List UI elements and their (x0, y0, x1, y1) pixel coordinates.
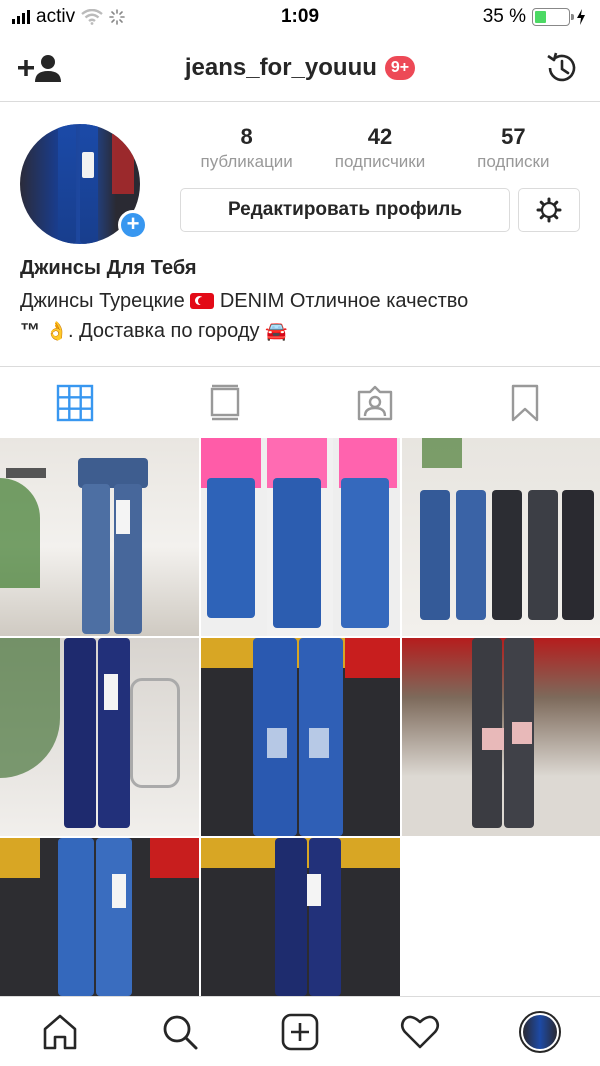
stat-value: 42 (367, 124, 393, 149)
profile-display-name: Джинсы Для Тебя (20, 257, 197, 279)
empty-grid-slot (402, 838, 600, 996)
stat-following[interactable]: 57 подписки (447, 124, 580, 172)
profile-stats: 8 публикации 42 подписчики 57 подписки (180, 124, 580, 172)
tagged-person-icon (357, 385, 393, 420)
add-story-button[interactable]: + (118, 210, 148, 240)
posts-grid (0, 438, 600, 996)
post-thumbnail[interactable] (201, 638, 400, 836)
battery-percent: 35 % (482, 6, 526, 27)
bottom-navigation (0, 996, 600, 1066)
post-thumbnail[interactable] (0, 438, 199, 636)
stat-value: 8 (240, 124, 253, 149)
history-icon[interactable] (544, 50, 580, 86)
search-icon (163, 1015, 198, 1049)
post-thumbnail[interactable] (0, 838, 199, 996)
bio-text: Джинсы Турецкие (20, 290, 185, 312)
username: jeans_for_youuu (184, 54, 377, 81)
post-thumbnail[interactable] (201, 838, 400, 996)
profile-avatar-icon (519, 1010, 561, 1053)
nav-activity[interactable] (360, 997, 480, 1066)
home-icon (43, 1014, 77, 1049)
stat-label: подписки (477, 152, 550, 171)
nav-new-post[interactable] (240, 997, 360, 1066)
post-thumbnail[interactable] (201, 438, 400, 636)
battery-icon (532, 8, 574, 26)
profile-bio: Джинсы Турецкие DENIM Отличное качество … (20, 286, 580, 347)
tab-feed[interactable] (150, 367, 300, 438)
nav-profile[interactable] (480, 997, 600, 1066)
edit-profile-button[interactable]: Редактировать профиль (180, 188, 510, 232)
car-icon: 🚘 (265, 321, 288, 342)
profile-tabs (0, 366, 600, 438)
bio-text: . Доставка по городу (67, 320, 260, 342)
stat-followers[interactable]: 42 подписчики (313, 124, 446, 172)
status-bar: activ 1:09 35 % (0, 0, 600, 36)
activity-heart-icon (400, 1015, 440, 1048)
gear-icon (536, 197, 562, 223)
post-thumbnail[interactable] (402, 638, 600, 836)
stat-label: публикации (200, 152, 293, 171)
nav-home[interactable] (0, 997, 120, 1066)
trademark-symbol: ™ (20, 320, 40, 342)
post-thumbnail[interactable] (0, 638, 199, 836)
feed-icon (210, 384, 240, 420)
profile-header: jeans_for_youuu 9+ (0, 36, 600, 102)
stat-value: 57 (501, 124, 526, 149)
ok-hand-icon: 👌 (45, 321, 68, 342)
bio-text: DENIM Отличное качество (219, 290, 469, 312)
notification-badge: 9+ (384, 56, 416, 80)
settings-button[interactable] (518, 188, 580, 232)
nav-search[interactable] (120, 997, 240, 1066)
charging-icon (577, 9, 585, 25)
stat-label: подписчики (334, 152, 426, 171)
tab-grid[interactable] (0, 367, 150, 438)
tab-saved[interactable] (450, 367, 600, 438)
grid-icon (56, 384, 94, 421)
battery-info: 35 % (483, 6, 586, 28)
turkey-flag-icon (190, 293, 215, 309)
bookmark-icon (511, 384, 539, 421)
stat-posts[interactable]: 8 публикации (180, 124, 313, 172)
new-post-icon (281, 1013, 319, 1050)
post-thumbnail[interactable] (402, 438, 600, 636)
tab-tagged[interactable] (300, 367, 450, 438)
username-title[interactable]: jeans_for_youuu 9+ (0, 54, 600, 82)
profile-avatar-container[interactable]: + (20, 124, 148, 246)
